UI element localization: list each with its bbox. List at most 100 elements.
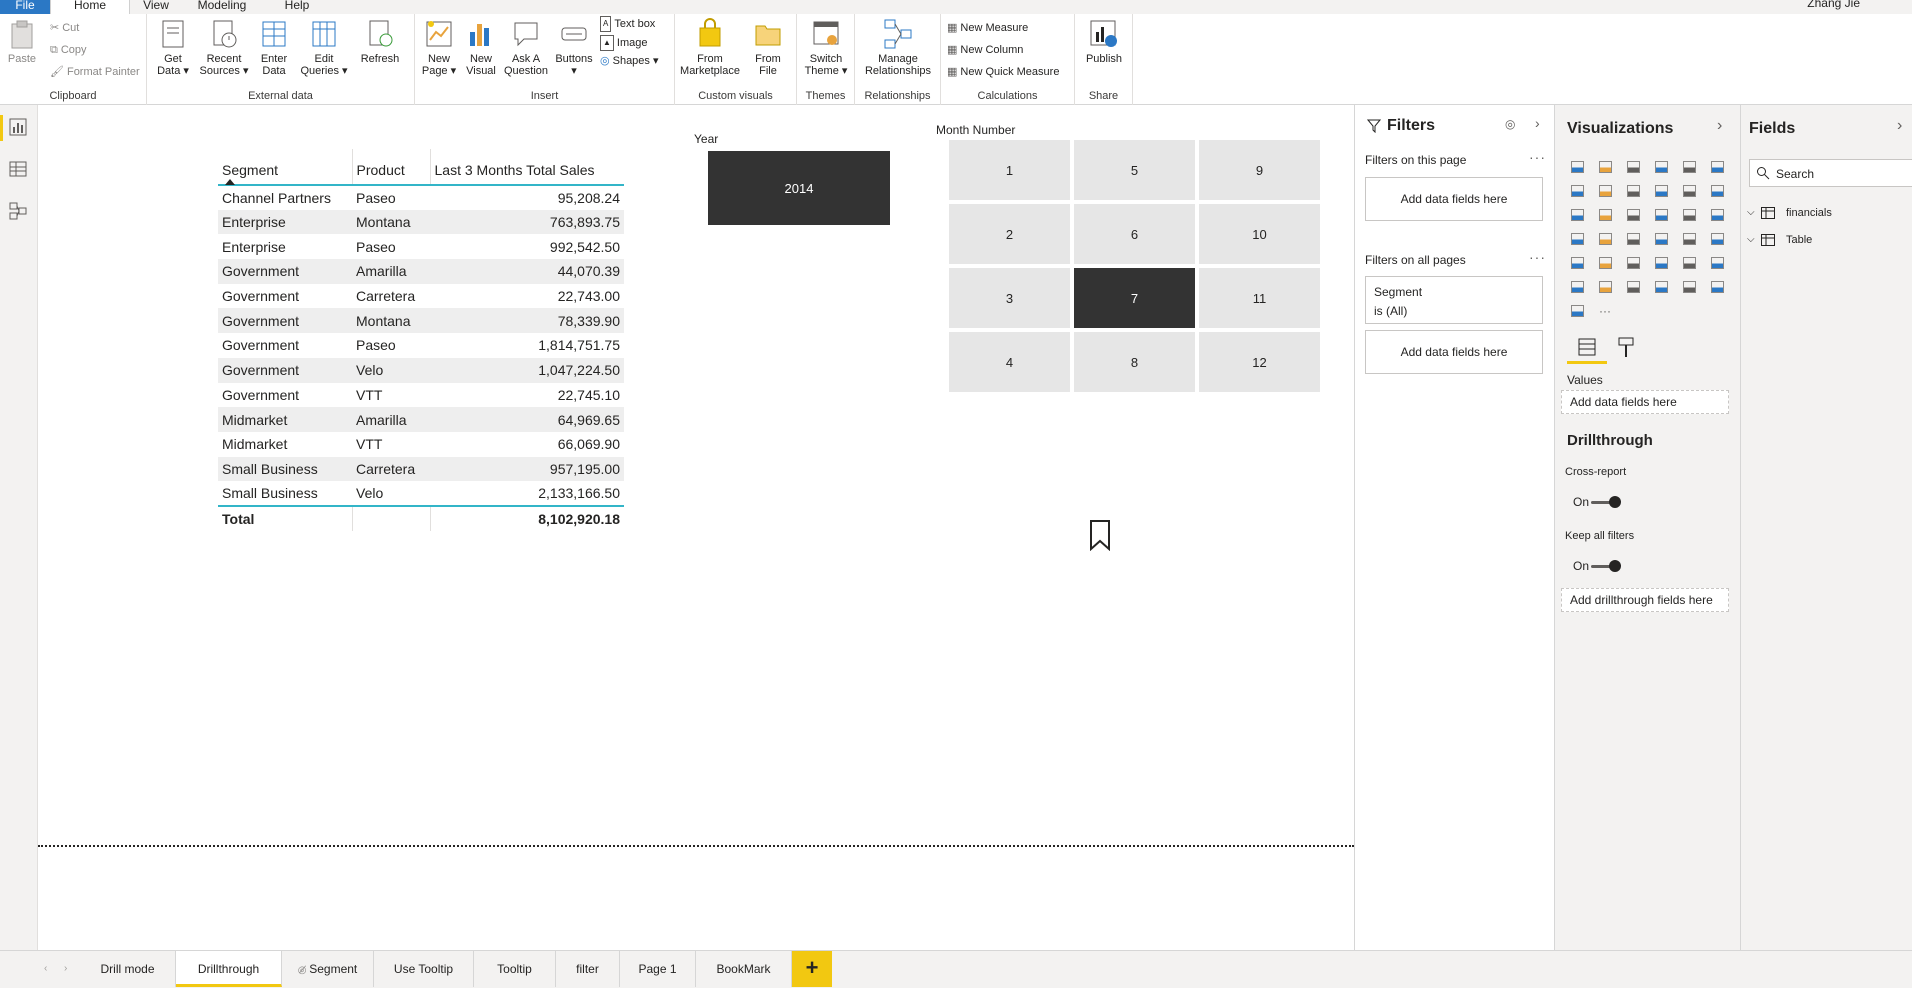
cross-report-toggle[interactable]: On xyxy=(1573,495,1633,511)
tab-use-tooltip[interactable]: Use Tooltip xyxy=(374,951,474,987)
donut-chart-icon[interactable] xyxy=(1647,203,1675,227)
collapse-fields-icon[interactable]: › xyxy=(1897,117,1902,135)
collapse-filters-icon[interactable]: › xyxy=(1535,115,1540,131)
more-visuals-icon[interactable]: ··· xyxy=(1591,299,1619,323)
slicer-icon[interactable] xyxy=(1591,251,1619,275)
multi-row-card-icon[interactable] xyxy=(1703,227,1731,251)
sales-table-visual[interactable]: Segment Product Last 3 Months Total Sale… xyxy=(218,149,624,531)
manage-relationships-button[interactable]: Manage Relationships xyxy=(859,18,937,77)
tab-page-1[interactable]: Page 1 xyxy=(620,951,696,987)
month-tile-10[interactable]: 10 xyxy=(1199,204,1320,264)
tab-tooltip[interactable]: Tooltip xyxy=(474,951,556,987)
waterfall-icon[interactable] xyxy=(1563,203,1591,227)
filled-map-icon[interactable] xyxy=(1563,227,1591,251)
report-view-icon[interactable] xyxy=(8,117,28,137)
gauge-icon[interactable] xyxy=(1647,227,1675,251)
table-row[interactable]: Government Montana 78,339.90 xyxy=(218,308,624,334)
scroll-left-icon[interactable]: ‹ xyxy=(44,963,47,974)
new-column-button[interactable]: ▦ New Column xyxy=(947,43,1023,57)
new-measure-button[interactable]: ▦ New Measure xyxy=(947,21,1028,35)
table-row[interactable]: Channel Partners Paseo 95,208.24 xyxy=(218,185,624,210)
tab-drillthrough[interactable]: Drillthrough xyxy=(176,951,282,987)
scroll-right-icon[interactable]: › xyxy=(64,963,67,974)
data-view-icon[interactable] xyxy=(8,159,28,179)
month-tile-6[interactable]: 6 xyxy=(1074,204,1195,264)
area-chart-icon[interactable] xyxy=(1591,179,1619,203)
tab-filter[interactable]: filter xyxy=(556,951,620,987)
pie-chart-icon[interactable] xyxy=(1619,203,1647,227)
r-script-icon[interactable] xyxy=(1675,251,1703,275)
enter-data-button[interactable]: Enter Data xyxy=(255,18,293,77)
ribbon-chart-icon[interactable] xyxy=(1703,179,1731,203)
fields-well-icon[interactable] xyxy=(1567,335,1607,361)
matrix-icon[interactable] xyxy=(1647,251,1675,275)
month-tile-8[interactable]: 8 xyxy=(1074,332,1195,392)
tab-bookmark[interactable]: BookMark xyxy=(696,951,792,987)
format-painter-button[interactable]: 🖌 Format Painter xyxy=(50,65,140,79)
user-name[interactable]: Zhang Jie xyxy=(1807,0,1860,10)
product-column-header[interactable]: Product xyxy=(352,149,431,186)
globe-icon[interactable] xyxy=(1619,275,1647,299)
menu-file[interactable]: File xyxy=(0,0,50,14)
add-page-button[interactable]: + xyxy=(792,951,832,987)
month-tile-11[interactable]: 11 xyxy=(1199,268,1320,328)
bookmark-icon[interactable] xyxy=(1088,519,1112,551)
line-chart-icon[interactable] xyxy=(1563,179,1591,203)
month-tile-9[interactable]: 9 xyxy=(1199,140,1320,200)
month-tile-7[interactable]: 7 xyxy=(1074,268,1195,328)
paint-roller-icon[interactable] xyxy=(1607,335,1647,361)
tab-drill-mode[interactable]: Drill mode xyxy=(80,951,176,987)
kpi-icon[interactable] xyxy=(1563,251,1591,275)
key-influencers-icon[interactable] xyxy=(1563,275,1591,299)
segment-filter-card[interactable]: Segment is (All) xyxy=(1365,276,1543,324)
copy-button[interactable]: ⧉ Copy xyxy=(50,43,87,57)
more-options-icon[interactable]: ··· xyxy=(1529,249,1546,265)
new-quick-measure-button[interactable]: ▦ New Quick Measure xyxy=(947,65,1059,79)
bullet-chart-icon[interactable] xyxy=(1703,275,1731,299)
edit-queries-button[interactable]: Edit Queries ▾ xyxy=(299,18,349,77)
table-row[interactable]: Midmarket VTT 66,069.90 xyxy=(218,432,624,457)
decomposition-tree-icon[interactable] xyxy=(1591,275,1619,299)
table-row[interactable]: Enterprise Paseo 992,542.50 xyxy=(218,234,624,259)
stacked-area-icon[interactable] xyxy=(1619,179,1647,203)
ask-question-button[interactable]: Ask A Question xyxy=(503,18,549,77)
menu-view[interactable]: View xyxy=(140,0,172,14)
stacked-column-icon[interactable] xyxy=(1591,155,1619,179)
100-bar-icon[interactable] xyxy=(1675,155,1703,179)
eye-icon[interactable]: ◎ xyxy=(1505,117,1515,131)
custom-visual-icon[interactable] xyxy=(1675,275,1703,299)
table-row[interactable]: Government Velo 1,047,224.50 xyxy=(218,357,624,383)
clustered-bar-icon[interactable] xyxy=(1619,155,1647,179)
table-row[interactable]: Small Business Velo 2,133,166.50 xyxy=(218,481,624,506)
drillthrough-dropzone[interactable]: Add drillthrough fields here xyxy=(1561,588,1729,612)
shape-map-icon[interactable] xyxy=(1591,227,1619,251)
new-visual-button[interactable]: New Visual xyxy=(463,18,499,77)
model-view-icon[interactable] xyxy=(8,201,28,221)
report-canvas[interactable]: Segment Product Last 3 Months Total Sale… xyxy=(38,105,1354,950)
refresh-button[interactable]: Refresh xyxy=(357,18,403,65)
power-apps-icon[interactable] xyxy=(1647,275,1675,299)
menu-help[interactable]: Help xyxy=(282,0,312,14)
chevron-down-icon[interactable]: ⌵ xyxy=(1747,207,1755,218)
publish-button[interactable]: Publish xyxy=(1079,18,1129,65)
menu-home[interactable]: Home xyxy=(50,0,130,14)
table-row[interactable]: Government Paseo 1,814,751.75 xyxy=(218,333,624,358)
month-tile-3[interactable]: 3 xyxy=(949,268,1070,328)
clustered-column-icon[interactable] xyxy=(1647,155,1675,179)
all-pages-filters-dropzone[interactable]: Add data fields here xyxy=(1365,330,1543,374)
sales-column-header[interactable]: Last 3 Months Total Sales xyxy=(430,149,624,186)
map-icon[interactable] xyxy=(1703,203,1731,227)
timeline-icon[interactable] xyxy=(1563,299,1591,323)
stacked-bar-icon[interactable] xyxy=(1563,155,1591,179)
more-options-icon[interactable]: ··· xyxy=(1529,149,1546,165)
buttons-button[interactable]: Buttons ▾ xyxy=(553,18,595,77)
switch-theme-button[interactable]: Switch Theme ▾ xyxy=(801,18,851,77)
menu-modeling[interactable]: Modeling xyxy=(194,0,250,14)
segment-column-header[interactable]: Segment xyxy=(218,149,353,186)
sort-ascending-icon[interactable] xyxy=(225,179,235,185)
month-tile-4[interactable]: 4 xyxy=(949,332,1070,392)
from-marketplace-button[interactable]: From Marketplace xyxy=(679,18,741,77)
table-visual-icon[interactable] xyxy=(1619,251,1647,275)
collapse-visualizations-icon[interactable]: › xyxy=(1717,117,1722,135)
month-tile-12[interactable]: 12 xyxy=(1199,332,1320,392)
